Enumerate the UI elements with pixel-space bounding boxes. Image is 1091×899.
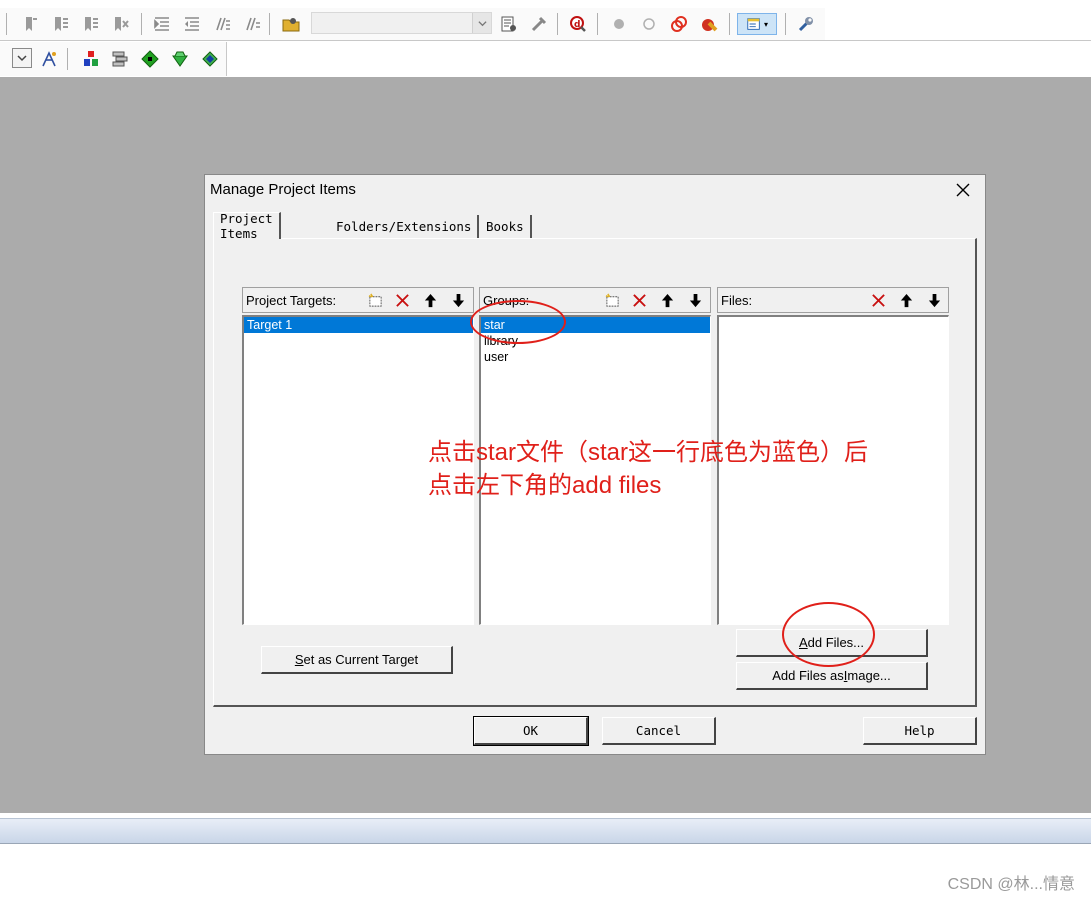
toolbar-separator: [269, 13, 270, 35]
toolbar-separator: [557, 13, 558, 35]
button-label: Add Files as: [772, 668, 844, 683]
component-icon[interactable]: [199, 48, 221, 70]
annotation-text: 点击star文件（star这一行底色为蓝色）后 点击左下角的add files: [428, 436, 868, 502]
start-debug-icon[interactable]: d: [567, 13, 589, 35]
set-as-current-target-button[interactable]: Set as Current Target: [261, 646, 453, 674]
bookmark-icon[interactable]: [20, 13, 42, 35]
toolbar-separator: [729, 13, 730, 35]
toolbar-separator: [141, 13, 142, 35]
indent-icon[interactable]: [151, 13, 173, 35]
kill-breakpoints-icon[interactable]: [668, 13, 690, 35]
unindent-icon[interactable]: [181, 13, 203, 35]
annotation-line: 点击star文件（star这一行底色为蓝色）后: [428, 439, 869, 466]
button-label: mage...: [847, 668, 891, 683]
files-header: Files:: [717, 287, 949, 313]
dialog-title: Manage Project Items: [210, 181, 356, 198]
breakpoint-icon[interactable]: [608, 13, 630, 35]
list-item[interactable]: user: [481, 349, 710, 365]
project-targets-label: Project Targets:: [246, 293, 337, 308]
tab-folders-extensions[interactable]: Folders/Extensions: [330, 215, 480, 238]
find-combo[interactable]: [311, 12, 492, 34]
settings-wrench-icon[interactable]: [795, 13, 817, 35]
clear-bookmarks-icon[interactable]: [110, 13, 132, 35]
pack-installer-icon[interactable]: [80, 48, 102, 70]
watermark: CSDN @林...情意: [947, 876, 1075, 893]
move-down-icon[interactable]: [447, 290, 469, 310]
ok-button[interactable]: OK: [473, 716, 589, 746]
new-item-icon[interactable]: [601, 290, 623, 310]
files-label: Files:: [721, 293, 753, 308]
uncomment-icon[interactable]: [241, 13, 263, 35]
manage-run-time-icon[interactable]: [109, 48, 131, 70]
list-item[interactable]: Target 1: [244, 317, 473, 333]
toolbar-separator: [785, 13, 786, 35]
toolbar-separator: [67, 48, 68, 70]
delete-icon[interactable]: [391, 290, 413, 310]
svg-text:d: d: [574, 20, 580, 30]
button-label: et as Current Target: [303, 652, 419, 667]
delete-icon[interactable]: [867, 290, 889, 310]
comment-icon[interactable]: [211, 13, 233, 35]
delete-icon[interactable]: [628, 290, 650, 310]
prev-bookmark-icon[interactable]: [50, 13, 72, 35]
close-icon[interactable]: [953, 180, 973, 200]
tab-books[interactable]: Books: [480, 215, 532, 238]
configure-window-icon[interactable]: ▾: [737, 13, 777, 35]
find-in-files-icon[interactable]: [280, 13, 302, 35]
select-device-icon[interactable]: [139, 48, 161, 70]
highlight-circle: [470, 300, 566, 344]
move-down-icon[interactable]: [684, 290, 706, 310]
toolbar-separator: [597, 13, 598, 35]
move-down-icon[interactable]: [923, 290, 945, 310]
cancel-button[interactable]: Cancel: [602, 717, 716, 745]
chevron-down-icon[interactable]: [472, 13, 491, 33]
status-bar: [0, 813, 1091, 845]
build-toolbar: [0, 42, 227, 76]
toolbar-separator: [6, 13, 7, 35]
kill-all-icon[interactable]: [698, 13, 720, 35]
accel-s: S: [294, 652, 304, 667]
tab-project-items[interactable]: Project Items: [213, 211, 281, 241]
annotation-line: 点击左下角的add files: [428, 472, 662, 499]
next-bookmark-icon[interactable]: [80, 13, 102, 35]
project-targets-header: Project Targets:: [242, 287, 474, 313]
new-item-icon[interactable]: [364, 290, 386, 310]
move-up-icon[interactable]: [656, 290, 678, 310]
help-button[interactable]: Help: [863, 717, 977, 745]
debug-icon[interactable]: [528, 13, 550, 35]
incremental-find-icon[interactable]: [498, 13, 520, 35]
toolbar-divider: [0, 40, 1091, 41]
event-recorder-icon[interactable]: [169, 48, 191, 70]
chevron-down-icon: [17, 55, 27, 62]
move-up-icon[interactable]: [895, 290, 917, 310]
target-options-icon[interactable]: [38, 48, 60, 70]
highlight-circle: [782, 602, 875, 667]
move-up-icon[interactable]: [419, 290, 441, 310]
disable-breakpoint-icon[interactable]: [638, 13, 660, 35]
target-select-dropdown[interactable]: [12, 48, 32, 68]
